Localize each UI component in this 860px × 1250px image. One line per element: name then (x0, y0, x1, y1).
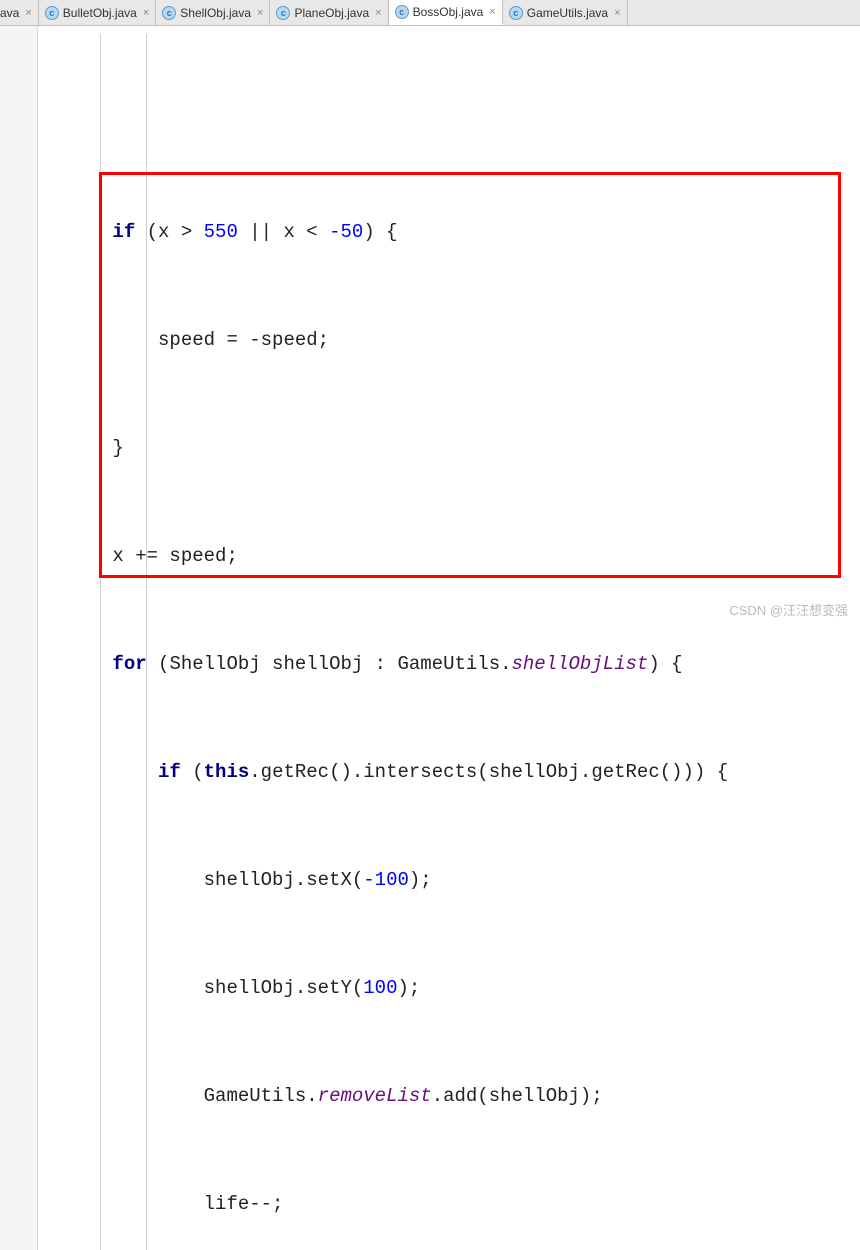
tab-shellobj[interactable]: c ShellObj.java × (156, 0, 270, 25)
close-icon[interactable]: × (143, 7, 149, 19)
tab-gameutils[interactable]: c GameUtils.java × (503, 0, 628, 25)
close-icon[interactable]: × (375, 7, 381, 19)
code-line: GameUtils.removeList.add(shellObj); (44, 1078, 860, 1114)
tab-label: BossObj.java (413, 5, 484, 19)
code-line: shellObj.setX(-100); (44, 862, 860, 898)
tab-partial[interactable]: ava × (0, 0, 39, 25)
gutter (0, 26, 38, 1250)
java-class-icon: c (162, 6, 176, 20)
close-icon[interactable]: × (257, 7, 263, 19)
tab-label: GameUtils.java (527, 6, 608, 20)
tab-label: ShellObj.java (180, 6, 251, 20)
close-icon[interactable]: × (614, 7, 620, 19)
tab-planeobj[interactable]: c PlaneObj.java × (270, 0, 388, 25)
code-line: shellObj.setY(100); (44, 970, 860, 1006)
tab-bulletobj[interactable]: c BulletObj.java × (39, 0, 156, 25)
java-class-icon: c (395, 5, 409, 19)
tab-label: BulletObj.java (63, 6, 137, 20)
code-line: if (x > 550 || x < -50) { (44, 214, 860, 250)
watermark: CSDN @汪汪想变强 (729, 600, 848, 619)
tab-label: ava (0, 6, 19, 20)
code-line: for (ShellObj shellObj : GameUtils.shell… (44, 646, 860, 682)
code-line: } (44, 430, 860, 466)
code-line: if (this.getRec().intersects(shellObj.ge… (44, 754, 860, 790)
tab-label: PlaneObj.java (294, 6, 369, 20)
java-class-icon: c (509, 6, 523, 20)
tab-bossobj[interactable]: c BossObj.java × (389, 0, 503, 25)
tab-bar: ava × c BulletObj.java × c ShellObj.java… (0, 0, 860, 26)
code-line: x += speed; (44, 538, 860, 574)
code-editor[interactable]: if (x > 550 || x < -50) { speed = -speed… (0, 26, 860, 1250)
code-area[interactable]: if (x > 550 || x < -50) { speed = -speed… (38, 34, 860, 1250)
close-icon[interactable]: × (25, 7, 31, 19)
code-line: life--; (44, 1186, 860, 1222)
code-line: speed = -speed; (44, 322, 860, 358)
java-class-icon: c (276, 6, 290, 20)
close-icon[interactable]: × (489, 6, 495, 18)
java-class-icon: c (45, 6, 59, 20)
